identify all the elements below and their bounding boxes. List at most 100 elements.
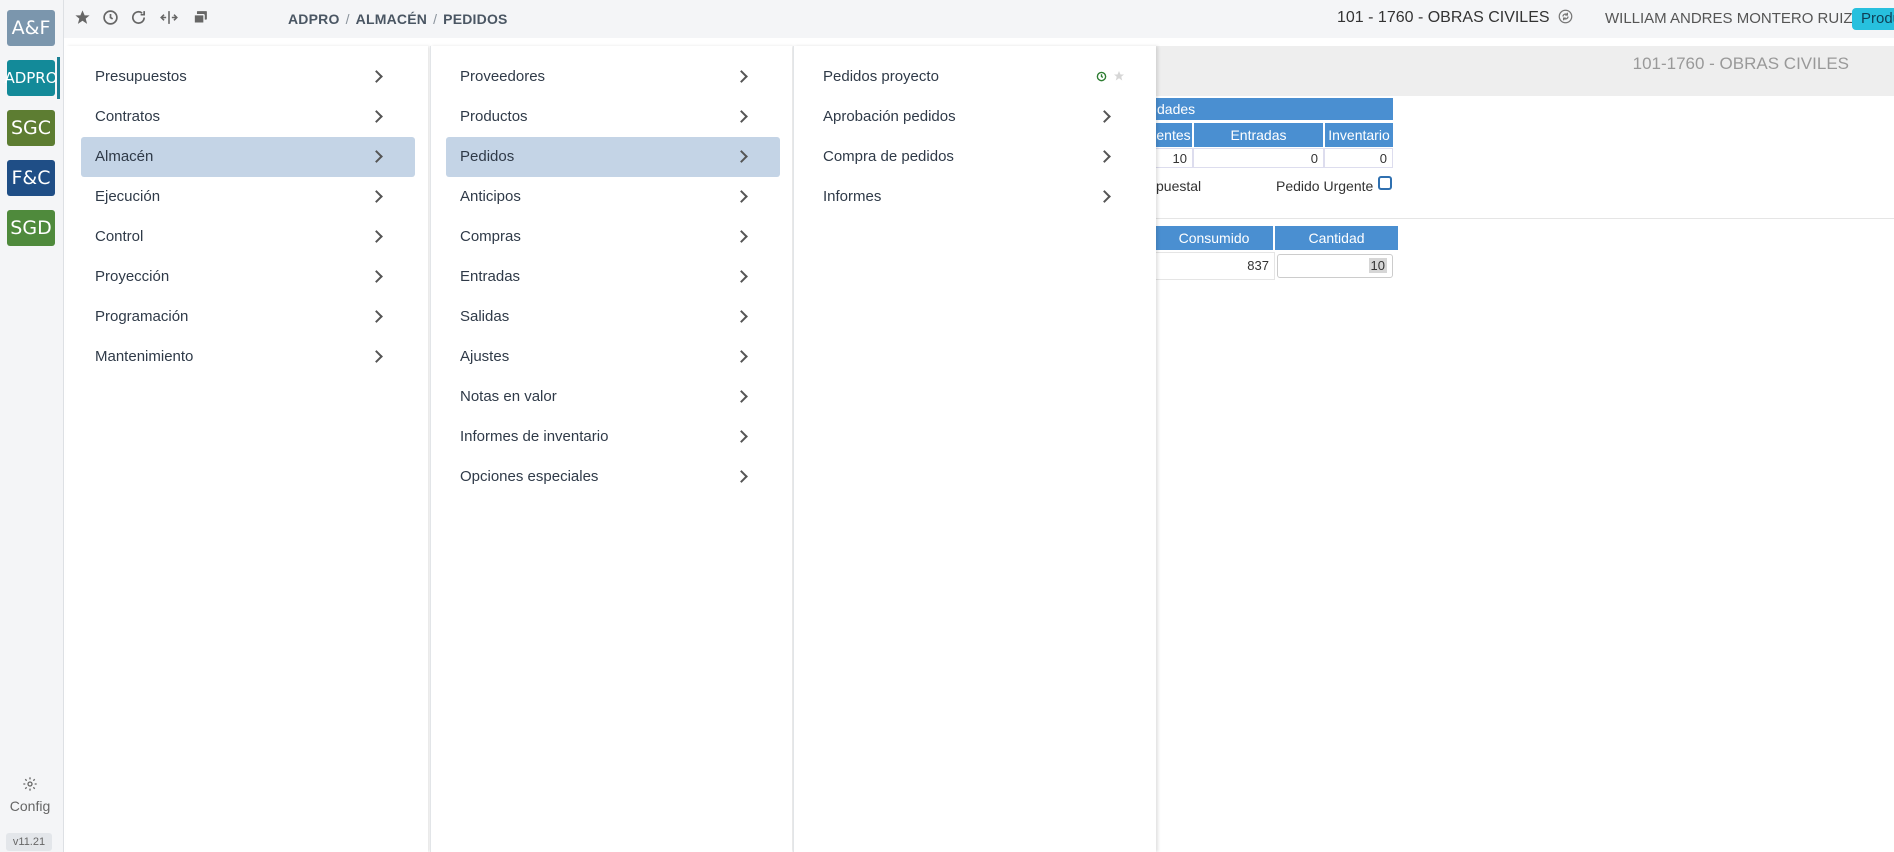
menu-item-label: Anticipos	[460, 188, 521, 205]
gear-icon	[23, 777, 37, 791]
version-badge: v11.21	[6, 833, 52, 851]
urgent-order-checkbox[interactable]	[1378, 176, 1392, 190]
chevron-right-icon	[735, 190, 748, 203]
menu-item-programacion[interactable]: Programación	[81, 297, 415, 337]
menu-item-contratos[interactable]: Contratos	[81, 97, 415, 137]
split-view-icon[interactable]	[158, 9, 180, 31]
clock-icon[interactable]	[1096, 71, 1107, 82]
table-header-cell: entes	[1155, 123, 1192, 147]
menu-item-informes[interactable]: Informes	[809, 177, 1143, 217]
menu-item-label: Control	[95, 228, 144, 245]
chevron-right-icon	[735, 310, 748, 323]
app-tile-adpro[interactable]: ADPRO	[4, 60, 58, 96]
menu-item-almacen[interactable]: Almacén	[81, 137, 415, 177]
menu-item-compras[interactable]: Compras	[446, 217, 780, 257]
chevron-right-icon	[370, 190, 383, 203]
breadcrumb-item[interactable]: PEDIDOS	[443, 11, 507, 27]
app-tile-sgc[interactable]: SGC	[7, 110, 55, 146]
menu-item-entradas[interactable]: Entradas	[446, 257, 780, 297]
menu-item-label: Proveedores	[460, 68, 546, 85]
chevron-right-icon	[1098, 110, 1111, 123]
quantity-input[interactable]: 10	[1277, 254, 1393, 278]
menu-item-label: Opciones especiales	[460, 468, 599, 485]
page-header-title: 101-1760 - OBRAS CIVILES	[1632, 54, 1849, 73]
table-header-cell: Cantidad	[1275, 226, 1398, 250]
app-tile-af[interactable]: A&F	[7, 10, 55, 46]
menu-item-label: Aprobación pedidos	[823, 108, 956, 125]
item-actions	[1096, 57, 1125, 97]
menu-item-notas-en-valor[interactable]: Notas en valor	[446, 377, 780, 417]
menu-item-opciones-especiales[interactable]: Opciones especiales	[446, 457, 780, 497]
menu-item-label: Entradas	[460, 268, 521, 285]
budget-label: puestal	[1156, 178, 1202, 194]
urgent-order-label: Pedido Urgente	[1276, 178, 1374, 194]
chevron-right-icon	[735, 270, 748, 283]
menu-item-pedidos-proyecto[interactable]: Pedidos proyecto	[809, 57, 1143, 97]
table-header-cell: Entradas Pendientes	[1194, 123, 1323, 167]
menu-item-label: Compras	[460, 228, 521, 245]
menu-item-label: Informes	[823, 188, 882, 205]
chevron-right-icon	[735, 230, 748, 243]
chevron-right-icon	[370, 150, 383, 163]
refresh-icon[interactable]	[130, 9, 147, 31]
breadcrumb-separator: /	[345, 11, 350, 27]
app-tile-fc[interactable]: F&C	[7, 160, 55, 196]
menu-item-label: Presupuestos	[95, 68, 187, 85]
table-cell: 10	[1155, 148, 1193, 168]
menu-item-ejecucion[interactable]: Ejecución	[81, 177, 415, 217]
menu-level-3: Pedidos proyecto Aprobación pedidos Comp…	[793, 46, 1156, 852]
chevron-right-icon	[735, 390, 748, 403]
menu-item-compra-de-pedidos[interactable]: Compra de pedidos	[809, 137, 1143, 177]
chevron-right-icon	[735, 110, 748, 123]
menu-item-productos[interactable]: Productos	[446, 97, 780, 137]
breadcrumb-item[interactable]: ADPRO	[288, 11, 340, 27]
menu-item-proveedores[interactable]: Proveedores	[446, 57, 780, 97]
table-cell: 0	[1193, 148, 1324, 168]
chevron-right-icon	[370, 110, 383, 123]
config-button[interactable]: Config	[0, 776, 60, 814]
app-tile-label: F&C	[11, 167, 51, 189]
menu-item-pedidos[interactable]: Pedidos	[446, 137, 780, 177]
table-header-cell: Inventario	[1325, 123, 1393, 147]
chevron-right-icon	[370, 70, 383, 83]
menu-item-mantenimiento[interactable]: Mantenimiento	[81, 337, 415, 377]
menu-item-presupuestos[interactable]: Presupuestos	[81, 57, 415, 97]
top-bar: ADPRO / ALMACÉN / PEDIDOS 101 - 1760 - OBRAS…	[64, 0, 1894, 38]
breadcrumb-item[interactable]: ALMACÉN	[356, 11, 427, 27]
app-rail: A&F ADPRO SGC F&C SGD Config v11.21	[0, 0, 64, 852]
history-icon[interactable]	[102, 9, 119, 31]
star-icon[interactable]	[1113, 70, 1125, 82]
menu-item-proyeccion[interactable]: Proyección	[81, 257, 415, 297]
menu-item-label: Ajustes	[460, 348, 510, 365]
chevron-right-icon	[370, 310, 383, 323]
quantity-value: 10	[1368, 258, 1387, 273]
breadcrumb: ADPRO / ALMACÉN / PEDIDOS	[288, 11, 508, 27]
project-name: 101 - 1760 - OBRAS CIVILES	[1337, 9, 1550, 26]
menu-item-salidas[interactable]: Salidas	[446, 297, 780, 337]
windows-icon[interactable]	[192, 9, 209, 31]
menu-item-label: Pedidos proyecto	[823, 68, 939, 85]
project-selector[interactable]: 101 - 1760 - OBRAS CIVILES	[1337, 9, 1573, 27]
menu-item-control[interactable]: Control	[81, 217, 415, 257]
menu-item-label: Programación	[95, 308, 189, 325]
switch-project-icon[interactable]	[1558, 9, 1573, 24]
menu-item-label: Almacén	[95, 148, 154, 165]
menu-item-label: Proyección	[95, 268, 170, 285]
menu-item-label: Salidas	[460, 308, 510, 325]
menu-item-aprobacion-pedidos[interactable]: Aprobación pedidos	[809, 97, 1143, 137]
menu-item-label: Mantenimiento	[95, 348, 194, 365]
star-icon[interactable]	[74, 9, 91, 31]
chevron-right-icon	[1098, 190, 1111, 203]
chevron-right-icon	[735, 70, 748, 83]
page-header: 101-1760 - OBRAS CIVILES	[1155, 46, 1894, 96]
menu-item-label: Pedidos	[460, 148, 515, 165]
menu-item-ajustes[interactable]: Ajustes	[446, 337, 780, 377]
menu-item-anticipos[interactable]: Anticipos	[446, 177, 780, 217]
menu-item-label: Ejecución	[95, 188, 161, 205]
active-app-indicator	[57, 57, 60, 99]
user-name[interactable]: WILLIAM ANDRES MONTERO RUIZ	[1605, 10, 1853, 27]
app-tile-sgd[interactable]: SGD	[7, 210, 55, 246]
environment-badge: Producción	[1852, 8, 1894, 30]
app-tile-label: A&F	[11, 17, 51, 39]
menu-item-informes-de-inventario[interactable]: Informes de inventario	[446, 417, 780, 457]
